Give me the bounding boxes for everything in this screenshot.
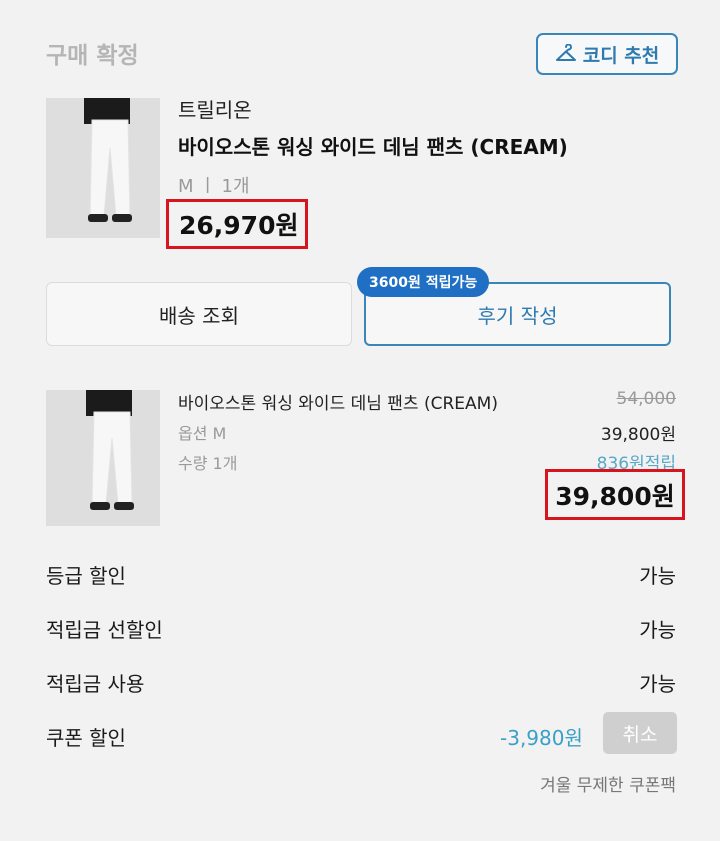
codi-recommend-button[interactable]: 코디 추천 [536, 33, 678, 75]
points-prediscount-value: 가능 [639, 618, 676, 642]
order-item-thumbnail[interactable] [46, 390, 160, 526]
final-price-highlight-box: 39,800원 [545, 469, 685, 520]
pants-model-image [46, 98, 160, 238]
order-status-title: 구매 확정 [46, 43, 139, 69]
grade-discount-label: 등급 할인 [46, 564, 126, 588]
coupon-cancel-button[interactable]: 취소 [603, 712, 677, 754]
price-highlight-box: 26,970원 [166, 199, 308, 249]
points-use-value: 가능 [639, 672, 676, 696]
original-price: 54,000 [616, 389, 676, 409]
product-name[interactable]: 바이오스톤 워싱 와이드 데님 팬츠 (CREAM) [178, 131, 568, 160]
sale-price: 39,800원 [600, 425, 676, 445]
pants-model-image [46, 390, 160, 526]
hanger-icon [555, 44, 576, 61]
final-price: 39,800원 [555, 481, 675, 511]
coupon-discount-amount: -3,980원 [500, 726, 583, 750]
product-brand[interactable]: 트릴리온 [178, 94, 252, 123]
coupon-discount-label: 쿠폰 할인 [46, 726, 126, 750]
coupon-name: 겨울 무제한 쿠폰팩 [540, 776, 676, 796]
order-item-quantity: 수량 1개 [178, 454, 238, 473]
product-thumbnail[interactable] [46, 98, 160, 238]
order-item-option: 옵션 M [178, 424, 227, 443]
review-points-badge: 3600원 적립가능 [357, 267, 490, 297]
points-prediscount-label: 적립금 선할인 [46, 618, 163, 642]
shipping-track-button[interactable]: 배송 조회 [46, 282, 352, 346]
order-item-name: 바이오스톤 워싱 와이드 데님 팬츠 (CREAM) [178, 394, 498, 414]
product-price: 26,970원 [179, 211, 299, 240]
codi-button-label: 코디 추천 [582, 44, 660, 67]
grade-discount-value: 가능 [639, 564, 676, 588]
product-option-summary: M ㅣ 1개 [178, 176, 250, 197]
points-use-label: 적립금 사용 [46, 672, 145, 696]
